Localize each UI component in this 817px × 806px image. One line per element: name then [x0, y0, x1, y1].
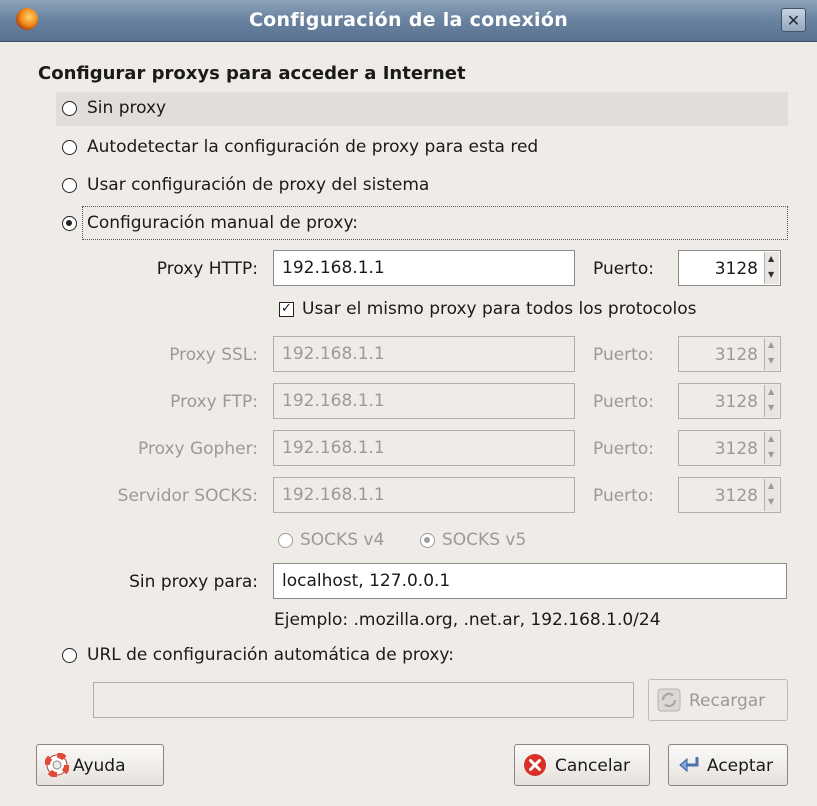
spinner-arrows[interactable]: ▲ ▼	[764, 385, 779, 417]
help-label: Ayuda	[73, 756, 126, 776]
radio-no-proxy-label[interactable]: Sin proxy	[87, 98, 166, 118]
arrow-up-icon[interactable]: ▲	[768, 340, 774, 349]
return-arrow-icon	[679, 757, 699, 773]
spinner-arrows[interactable]: ▲ ▼	[764, 432, 779, 464]
http-port-spinner[interactable]: 3128 ▲ ▼	[678, 250, 781, 286]
ftp-proxy-input[interactable]: 192.168.1.1	[273, 383, 575, 419]
ssl-port-label: Puerto:	[593, 345, 654, 365]
same-proxy-checkbox[interactable]: ✓	[279, 302, 294, 317]
socks-host-label: Servidor SOCKS:	[117, 486, 258, 506]
auto-url-input[interactable]	[93, 682, 634, 718]
radio-manual-label[interactable]: Configuración manual de proxy:	[87, 213, 358, 233]
arrow-up-icon[interactable]: ▲	[768, 254, 774, 263]
ftp-port-label: Puerto:	[593, 392, 654, 412]
radio-auto-url[interactable]	[62, 648, 77, 663]
arrow-down-icon[interactable]: ▼	[768, 497, 774, 506]
no-proxy-input[interactable]: localhost, 127.0.0.1	[273, 563, 787, 599]
radio-system[interactable]	[62, 178, 77, 193]
gopher-proxy-input[interactable]: 192.168.1.1	[273, 430, 575, 466]
arrow-down-icon[interactable]: ▼	[768, 356, 774, 365]
same-proxy-label[interactable]: Usar el mismo proxy para todos los proto…	[302, 299, 697, 319]
http-proxy-label: Proxy HTTP:	[156, 259, 258, 279]
cancel-label: Cancelar	[555, 756, 630, 776]
ssl-port-value: 3128	[714, 345, 758, 365]
socks-v4-label[interactable]: SOCKS v4	[300, 530, 384, 550]
socks-host-input[interactable]: 192.168.1.1	[273, 477, 575, 513]
gopher-port-label: Puerto:	[593, 439, 654, 459]
radio-autodetect-label[interactable]: Autodetectar la configuración de proxy p…	[87, 137, 538, 157]
arrow-up-icon[interactable]: ▲	[768, 387, 774, 396]
radio-socks-v5[interactable]	[420, 533, 435, 548]
ok-label: Aceptar	[707, 756, 773, 776]
title-bar[interactable]: Configuración de la conexión ✕	[0, 0, 817, 42]
ssl-proxy-label: Proxy SSL:	[169, 345, 258, 365]
help-button[interactable]: Ayuda	[36, 744, 164, 786]
reload-button[interactable]: Recargar	[648, 679, 788, 721]
arrow-down-icon[interactable]: ▼	[768, 270, 774, 279]
socks-port-label: Puerto:	[593, 486, 654, 506]
no-proxy-label: Sin proxy para:	[129, 572, 258, 592]
gopher-port-spinner[interactable]: 3128 ▲ ▼	[678, 430, 781, 466]
window-title: Configuración de la conexión	[248, 9, 569, 31]
arrow-up-icon[interactable]: ▲	[768, 481, 774, 490]
socks-port-spinner[interactable]: 3128 ▲ ▼	[678, 477, 781, 513]
radio-no-proxy[interactable]	[62, 101, 77, 116]
socks-port-value: 3128	[714, 486, 758, 506]
cancel-icon	[524, 754, 546, 776]
ftp-port-spinner[interactable]: 3128 ▲ ▼	[678, 383, 781, 419]
ssl-proxy-input[interactable]: 192.168.1.1	[273, 336, 575, 372]
no-proxy-example: Ejemplo: .mozilla.org, .net.ar, 192.168.…	[274, 610, 661, 630]
radio-system-label[interactable]: Usar configuración de proxy del sistema	[87, 175, 429, 195]
section-heading: Configurar proxys para acceder a Interne…	[38, 63, 466, 84]
spinner-arrows[interactable]: ▲ ▼	[764, 338, 779, 370]
http-port-value: 3128	[714, 259, 758, 279]
ok-button[interactable]: Aceptar	[668, 744, 788, 786]
radio-manual[interactable]	[62, 216, 77, 231]
gopher-proxy-label: Proxy Gopher:	[138, 439, 258, 459]
spinner-arrows[interactable]: ▲ ▼	[764, 252, 779, 284]
arrow-down-icon[interactable]: ▼	[768, 450, 774, 459]
ftp-port-value: 3128	[714, 392, 758, 412]
lifebuoy-icon	[45, 753, 69, 777]
radio-autodetect[interactable]	[62, 140, 77, 155]
radio-socks-v4[interactable]	[278, 533, 293, 548]
http-proxy-input[interactable]: 192.168.1.1	[273, 250, 575, 286]
ssl-port-spinner[interactable]: 3128 ▲ ▼	[678, 336, 781, 372]
spinner-arrows[interactable]: ▲ ▼	[764, 479, 779, 511]
cancel-button[interactable]: Cancelar	[514, 744, 650, 786]
arrow-down-icon[interactable]: ▼	[768, 403, 774, 412]
arrow-up-icon[interactable]: ▲	[768, 434, 774, 443]
radio-auto-url-label[interactable]: URL de configuración automática de proxy…	[87, 645, 454, 665]
http-port-label: Puerto:	[593, 259, 654, 279]
reload-icon	[657, 688, 681, 712]
socks-v5-label[interactable]: SOCKS v5	[442, 530, 526, 550]
ftp-proxy-label: Proxy FTP:	[170, 392, 258, 412]
close-button[interactable]: ✕	[781, 8, 806, 32]
reload-label: Recargar	[689, 691, 766, 711]
gopher-port-value: 3128	[714, 439, 758, 459]
